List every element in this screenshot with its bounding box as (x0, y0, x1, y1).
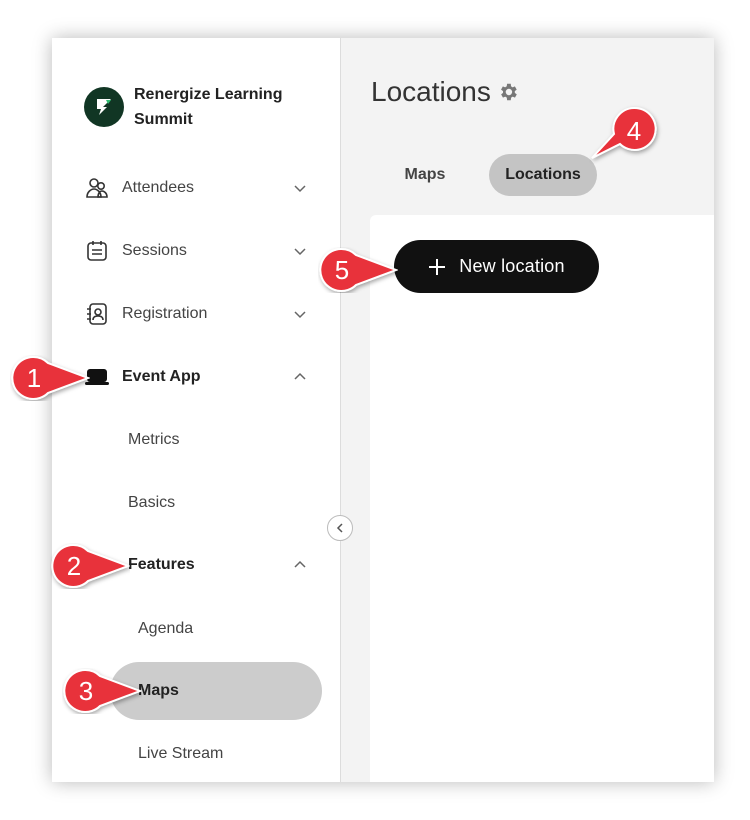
sidebar-item-sessions[interactable]: Sessions (82, 231, 308, 271)
callout-5: 5 (318, 247, 399, 298)
chevron-up-icon[interactable] (292, 557, 308, 573)
callout-4: 4 (588, 104, 668, 169)
sidebar-item-label: Features (128, 556, 195, 573)
gear-icon[interactable] (497, 81, 519, 103)
sidebar-item-agenda[interactable]: Agenda (138, 614, 193, 644)
sidebar-item-basics[interactable]: Basics (128, 488, 175, 518)
new-location-label: New location (459, 256, 565, 276)
sidebar-item-label: Registration (122, 305, 208, 322)
sidebar-item-label: Event App (122, 368, 201, 385)
callout-2: 2 (50, 543, 131, 594)
tab-maps[interactable]: Maps (379, 154, 471, 196)
sidebar-item-event-app[interactable]: Event App (82, 357, 308, 397)
sidebar-item-features[interactable]: Features (128, 545, 308, 585)
page-title: Locations (371, 76, 519, 108)
chevron-down-icon[interactable] (292, 180, 308, 196)
page-title-text: Locations (371, 76, 491, 107)
callout-number: 1 (26, 362, 42, 393)
people-icon (82, 173, 112, 203)
sidebar-item-maps[interactable]: Maps (138, 676, 179, 706)
callout-1: 1 (10, 355, 91, 406)
contact-book-icon (82, 299, 112, 329)
sidebar-item-label: Attendees (122, 179, 195, 196)
callout-number: 2 (66, 550, 82, 581)
callout-number: 4 (626, 115, 642, 146)
collapse-sidebar-button[interactable] (327, 515, 353, 541)
brand-logo-icon (84, 87, 124, 127)
chevron-up-icon[interactable] (292, 369, 308, 385)
callout-number: 3 (78, 675, 94, 706)
chevron-left-icon (336, 523, 343, 533)
plus-icon (429, 258, 446, 275)
sidebar-item-attendees[interactable]: Attendees (82, 168, 308, 208)
sidebar-item-live-stream[interactable]: Live Stream (138, 739, 223, 769)
sidebar-item-registration[interactable]: Registration (82, 294, 308, 334)
callout-number: 5 (334, 254, 350, 285)
brand[interactable]: Renergize Learning Summit (84, 82, 324, 132)
calendar-icon (82, 236, 112, 266)
tab-locations[interactable]: Locations (489, 154, 597, 196)
sidebar-item-label: Sessions (122, 242, 187, 259)
chevron-down-icon[interactable] (292, 306, 308, 322)
new-location-button[interactable]: New location (394, 240, 599, 293)
locations-panel (370, 215, 714, 782)
sidebar-item-metrics[interactable]: Metrics (128, 425, 180, 455)
event-name: Renergize Learning Summit (134, 86, 283, 128)
callout-3: 3 (62, 668, 143, 719)
chevron-down-icon[interactable] (292, 243, 308, 259)
